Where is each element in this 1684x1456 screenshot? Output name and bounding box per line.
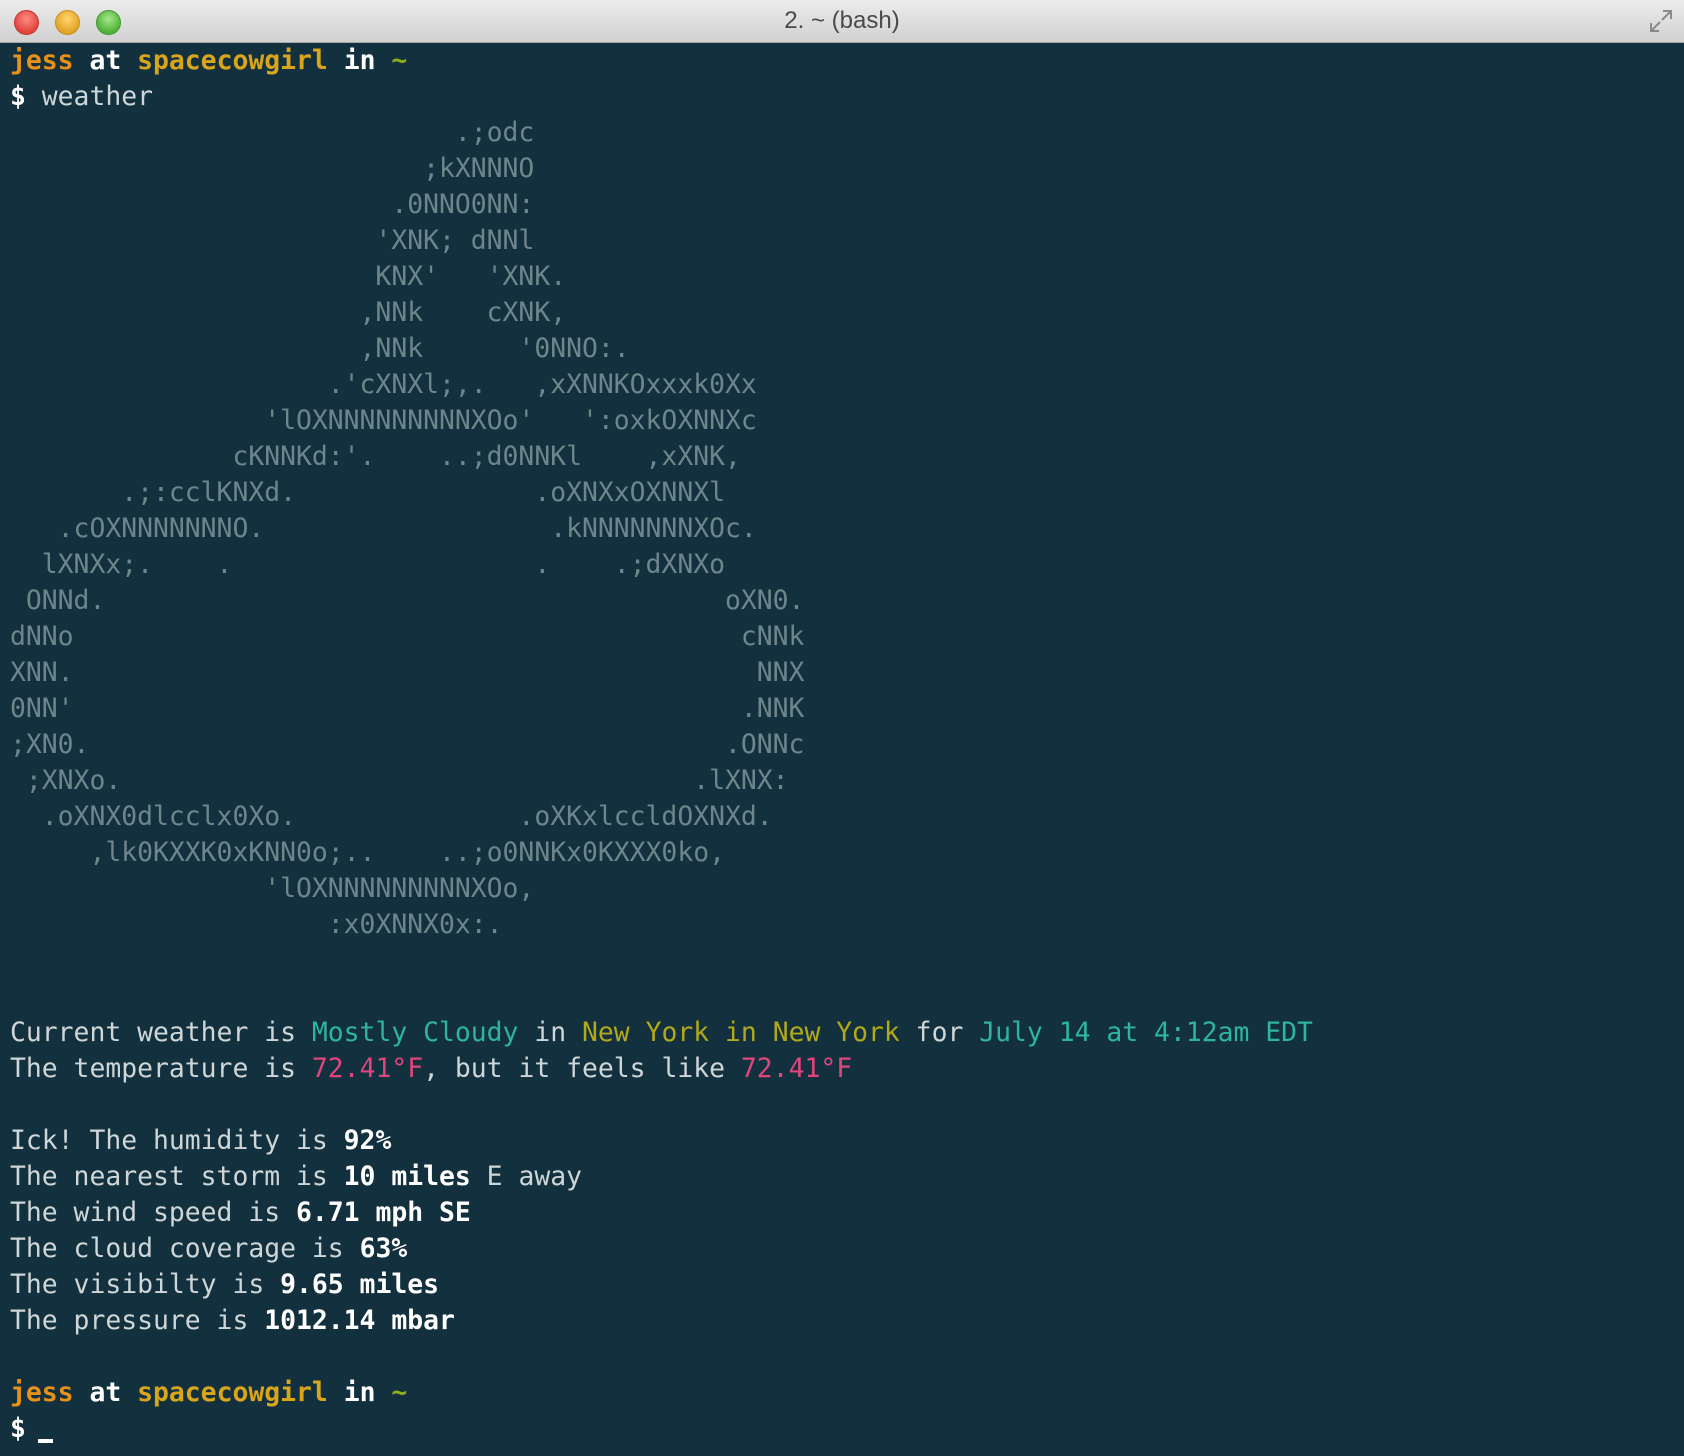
cloud-value: 63% — [359, 1233, 408, 1264]
prompt-dir: ~ — [391, 45, 408, 76]
prompt-dir: ~ — [391, 1377, 408, 1408]
humidity-value: 92% — [343, 1125, 392, 1156]
ascii-art-cloud: .;odc ;kXNNNO .0NNO0NN: 'XNK; dNNl KNX' … — [10, 115, 1674, 943]
humidity-prefix: Ick! The humidity is — [10, 1125, 344, 1156]
ascii-art-line: .'cXNXl;,. ,xXNNKOxxxk0Xx — [10, 369, 757, 400]
temperature-prefix: The temperature is — [10, 1053, 312, 1084]
ascii-art-line: XNN. NNX — [10, 657, 805, 688]
ascii-art-line: .;odc — [10, 117, 535, 148]
prompt-user: jess — [10, 1377, 74, 1408]
visibility-line: The visibilty is 9.65 miles — [10, 1267, 1674, 1303]
visibility-value: 9.65 miles — [280, 1269, 439, 1300]
ascii-art-line: 'lOXNNNNNNNNNXOo, — [10, 873, 535, 904]
weather-condition: Mostly Cloudy — [311, 1017, 519, 1048]
prompt-in: in — [343, 1377, 376, 1408]
ascii-art-line: ,lk0KXXK0xKNN0o;.. ..;o0NNKx0KXXX0ko, — [10, 837, 725, 868]
ascii-art-line: .oXNX0dlcclx0Xo. .oXKxlccldOXNXd. — [10, 801, 773, 832]
wind-prefix: The wind speed is — [10, 1197, 296, 1228]
terminal-window: 2. ~ (bash) jess at spacecowgirl in ~ $ … — [0, 0, 1684, 1456]
prompt-line: jess at spacecowgirl in ~ — [10, 43, 1674, 79]
prompt-at: at — [89, 45, 122, 76]
ascii-art-line: .;:cclKNXd. .oXNXxOXNNXl — [10, 477, 725, 508]
cloud-prefix: The cloud coverage is — [10, 1233, 360, 1264]
ascii-art-line: lXNXx;. . . .;dXNXo — [10, 549, 725, 580]
wind-line: The wind speed is 6.71 mph SE — [10, 1195, 1674, 1231]
weather-region: New York — [772, 1017, 900, 1048]
ascii-art-line: 0NN' .NNK — [10, 693, 805, 724]
text-cursor — [37, 1439, 53, 1443]
storm-line: The nearest storm is 10 miles E away — [10, 1159, 1674, 1195]
storm-distance: 10 miles — [343, 1161, 471, 1192]
prompt-at: at — [89, 1377, 122, 1408]
ascii-art-line: cKNNKd:'. ..;d0NNKl ,xXNK, — [10, 441, 741, 472]
ascii-art-line: :x0XNNX0x:. — [10, 909, 503, 940]
weather-time: July 14 at 4:12am EDT — [979, 1017, 1313, 1048]
weather-summary-line: Current weather is Mostly Cloudy in New … — [10, 1015, 1674, 1051]
ascii-art-line: ,NNk '0NNO:. — [10, 333, 630, 364]
fullscreen-icon[interactable] — [1648, 8, 1674, 34]
ascii-art-line: KNX' 'XNK. — [10, 261, 567, 292]
terminal-content[interactable]: jess at spacecowgirl in ~ $ weather .;od… — [10, 43, 1674, 1456]
window-title: 2. ~ (bash) — [784, 7, 900, 34]
command-text: weather — [41, 81, 154, 112]
title-bar[interactable]: 2. ~ (bash) — [0, 0, 1684, 43]
input-line[interactable]: $ — [10, 1411, 1674, 1447]
ascii-art-line: .0NNO0NN: — [10, 189, 535, 220]
summary-for: for — [899, 1017, 980, 1048]
summary-in: in — [518, 1017, 583, 1048]
prompt-user: jess — [10, 45, 74, 76]
humidity-line: Ick! The humidity is 92% — [10, 1123, 1674, 1159]
feels-like-value: 72.41°F — [740, 1053, 853, 1084]
summary-prefix: Current weather is — [10, 1017, 312, 1048]
weather-city: New York — [582, 1017, 710, 1048]
prompt-host: spacecowgirl — [137, 45, 328, 76]
ascii-art-line: 'lOXNNNNNNNNNXOo' ':oxkOXNNXc — [10, 405, 757, 436]
cloud-line: The cloud coverage is 63% — [10, 1231, 1674, 1267]
temperature-line: The temperature is 72.41°F, but it feels… — [10, 1051, 1674, 1087]
summary-in-2: in — [709, 1017, 773, 1048]
prompt-host: spacecowgirl — [137, 1377, 328, 1408]
prompt-in: in — [343, 45, 376, 76]
wind-value: 6.71 mph SE — [296, 1197, 471, 1228]
pressure-prefix: The pressure is — [10, 1305, 265, 1336]
ascii-art-line: ,NNk cXNK, — [10, 297, 567, 328]
pressure-value: 1012.14 mbar — [264, 1305, 455, 1336]
temperature-value: 72.41°F — [311, 1053, 424, 1084]
ascii-art-line: .cOXNNNNNNNO. .kNNNNNNNXOc. — [10, 513, 757, 544]
command-line: $ weather — [10, 79, 1674, 115]
prompt-symbol: $ — [10, 81, 26, 112]
temperature-mid: , but it feels like — [423, 1053, 741, 1084]
ascii-art-line: ;XN0. .ONNc — [10, 729, 805, 760]
visibility-prefix: The visibilty is — [10, 1269, 281, 1300]
ascii-art-line: dNNo cNNk — [10, 621, 805, 652]
prompt-symbol: $ — [10, 1413, 26, 1444]
ascii-art-line: ONNd. oXN0. — [10, 585, 805, 616]
storm-direction: E — [470, 1161, 503, 1192]
ascii-art-line: ;XNXo. .lXNX: — [10, 765, 789, 796]
ascii-art-line: ;kXNNNO — [10, 153, 535, 184]
prompt-line-2: jess at spacecowgirl in ~ — [10, 1375, 1674, 1411]
pressure-line: The pressure is 1012.14 mbar — [10, 1303, 1674, 1339]
storm-suffix: away — [502, 1161, 583, 1192]
ascii-art-line: 'XNK; dNNl — [10, 225, 535, 256]
storm-prefix: The nearest storm is — [10, 1161, 344, 1192]
